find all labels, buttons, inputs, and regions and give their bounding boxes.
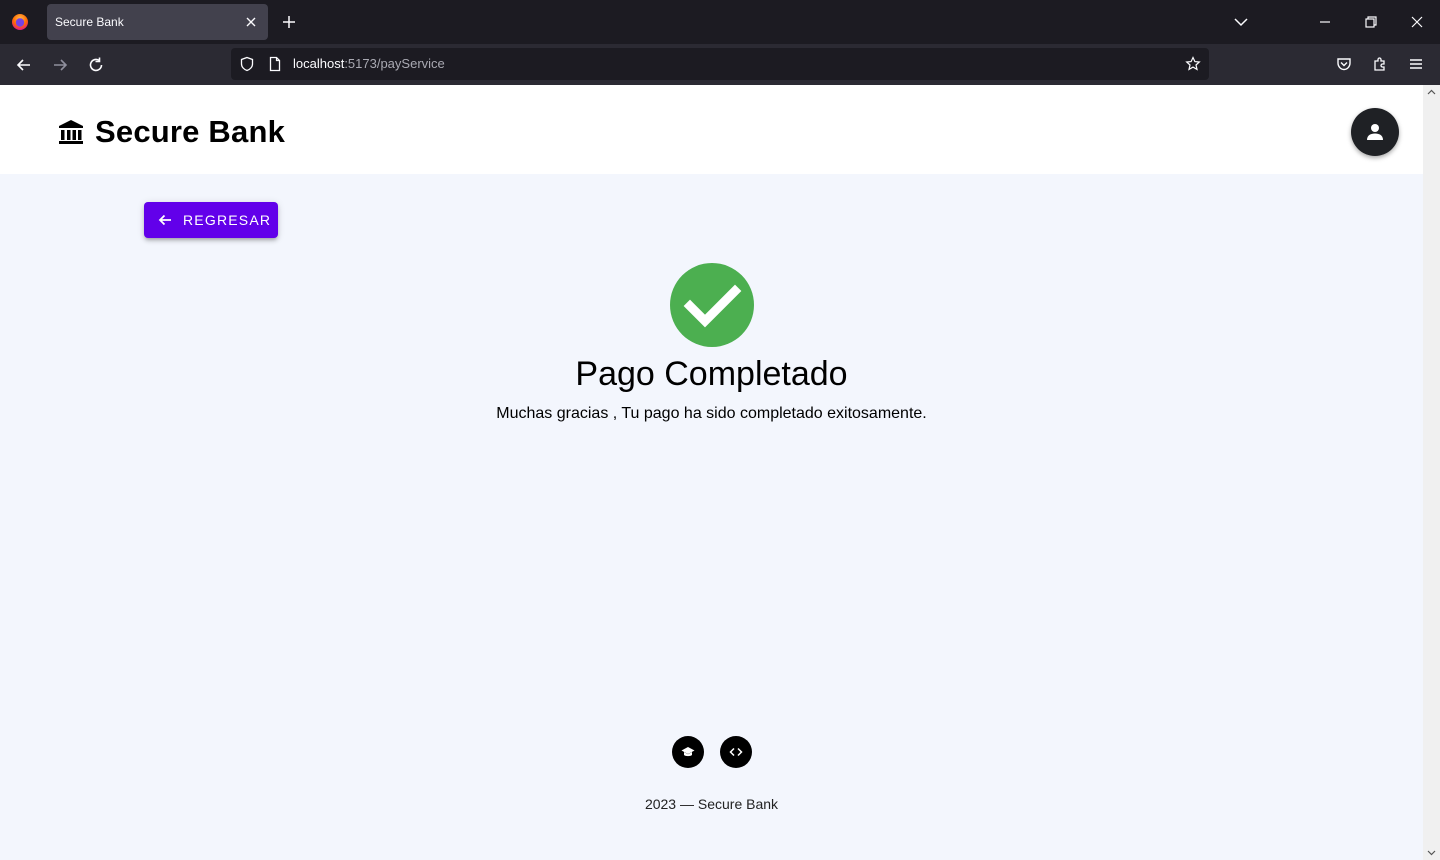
back-arrow-icon[interactable] — [14, 55, 34, 75]
new-tab-plus-icon[interactable] — [280, 13, 298, 31]
page-info-icon[interactable] — [267, 56, 283, 72]
code-brackets-icon — [729, 747, 743, 757]
check-circle-icon — [670, 263, 754, 347]
back-button[interactable]: REGRESAR — [144, 202, 278, 238]
firefox-logo-icon[interactable] — [10, 12, 30, 32]
user-account-button[interactable] — [1351, 108, 1399, 156]
close-window-icon[interactable] — [1408, 13, 1426, 31]
tab-title: Secure Bank — [55, 15, 124, 29]
hamburger-menu-icon[interactable] — [1407, 55, 1425, 73]
brand[interactable]: Secure Bank — [57, 114, 286, 149]
footer-graduation-button[interactable] — [672, 736, 704, 768]
extensions-puzzle-icon[interactable] — [1371, 55, 1389, 73]
browser-tab-bar: Secure Bank — [0, 0, 1440, 44]
page-viewport: Secure Bank REGRESAR Pago Completado Muc… — [0, 85, 1440, 860]
chevron-down-icon[interactable] — [1232, 13, 1250, 31]
url-text: localhost:5173/payService — [293, 56, 445, 71]
scroll-down-arrow-icon[interactable] — [1427, 848, 1436, 857]
footer-code-button[interactable] — [720, 736, 752, 768]
bookmark-star-icon[interactable] — [1185, 56, 1201, 72]
user-icon — [1367, 124, 1383, 140]
browser-nav-bar: localhost:5173/payService — [0, 44, 1440, 85]
graduation-cap-icon — [681, 747, 695, 757]
close-tab-icon[interactable] — [242, 13, 260, 31]
vertical-scrollbar[interactable] — [1423, 85, 1440, 860]
app-header: Secure Bank — [0, 85, 1423, 174]
reload-icon[interactable] — [86, 55, 106, 75]
tracking-shield-icon[interactable] — [239, 56, 255, 72]
footer-copyright: 2023 — Secure Bank — [644, 796, 779, 812]
browser-tab-active[interactable]: Secure Bank — [47, 4, 268, 40]
minimize-window-icon[interactable] — [1316, 13, 1334, 31]
back-button-label: REGRESAR — [183, 212, 272, 228]
forward-arrow-icon[interactable] — [50, 55, 70, 75]
success-title: Pago Completado — [575, 355, 848, 393]
success-message: Muchas gracias , Tu pago ha sido complet… — [496, 405, 927, 422]
pocket-icon[interactable] — [1335, 55, 1353, 73]
url-path: :5173/payService — [344, 56, 445, 71]
url-bar[interactable]: localhost:5173/payService — [231, 48, 1209, 80]
arrow-left-icon — [158, 214, 171, 226]
scroll-up-arrow-icon[interactable] — [1427, 88, 1436, 97]
brand-name: Secure Bank — [95, 114, 286, 149]
bank-building-icon — [59, 120, 83, 144]
restore-window-icon[interactable] — [1362, 13, 1380, 31]
url-host: localhost — [293, 56, 345, 71]
